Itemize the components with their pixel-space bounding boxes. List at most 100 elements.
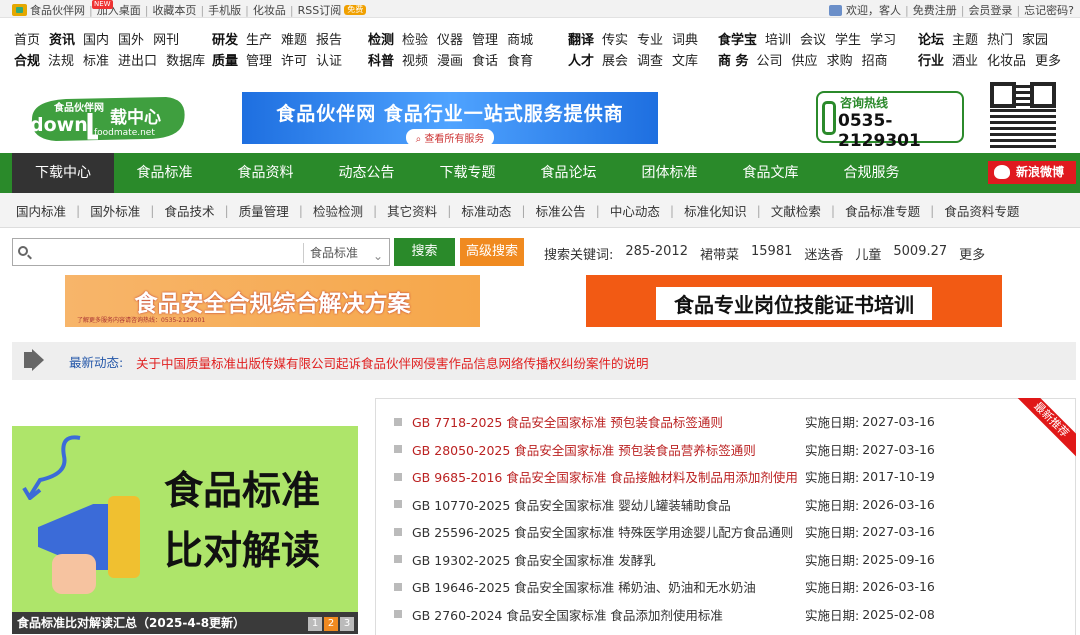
subnav-standard-notices[interactable]: 标准公告 bbox=[536, 201, 586, 220]
nav-cosmetics[interactable]: 化妆品 bbox=[987, 53, 1026, 74]
keywords-more-link[interactable]: 更多 bbox=[959, 244, 985, 263]
nav-instrument[interactable]: 仪器 bbox=[437, 32, 463, 53]
services-banner[interactable]: 食品伙伴网 食品行业一站式服务提供商 ⌕ 查看所有服务 bbox=[242, 92, 658, 146]
subnav-material-topics[interactable]: 食品资料专题 bbox=[944, 201, 1019, 220]
main-nav-food-library[interactable]: 食品文库 bbox=[720, 153, 821, 193]
standard-title[interactable]: GB 10770-2025 食品安全国家标准 婴幼儿罐装辅助食品 bbox=[412, 495, 802, 514]
nav-journal[interactable]: 网刊 bbox=[153, 32, 179, 53]
nav-food-education[interactable]: 食育 bbox=[507, 53, 533, 74]
nav-investment[interactable]: 招商 bbox=[862, 53, 888, 74]
nav-regulation[interactable]: 法规 bbox=[48, 53, 74, 74]
main-nav-download-center[interactable]: 下载中心 bbox=[12, 153, 114, 193]
promo-caption[interactable]: 食品标准比对解读汇总（2025-4-8更新） bbox=[12, 612, 358, 634]
view-all-services-button[interactable]: ⌕ 查看所有服务 bbox=[405, 129, 495, 146]
main-nav-compliance[interactable]: 合规服务 bbox=[821, 153, 922, 193]
advanced-search-button[interactable]: 高级搜索 bbox=[460, 238, 524, 266]
ticker-link[interactable]: 关于中国质量标准出版传媒有限公司起诉食品伙伴网侵害作品信息网络传播权纠纷案件的说… bbox=[136, 353, 649, 372]
search-category-select[interactable]: 食品标准 ⌄ bbox=[303, 243, 389, 263]
nav-quality[interactable]: 质量 bbox=[212, 53, 238, 74]
list-item[interactable]: GB 19646-2025 食品安全国家标准 稀奶油、奶油和无水奶油 实施日期: 2… bbox=[394, 573, 935, 601]
register-link[interactable]: 免费注册 bbox=[913, 2, 957, 18]
list-item[interactable]: GB 7718-2025 食品安全国家标准 预包装食品标签通则 实施日期: 2027… bbox=[394, 408, 935, 436]
keyword-link[interactable]: 285-2012 bbox=[625, 244, 688, 263]
list-item[interactable]: GB 10770-2025 食品安全国家标准 婴幼儿罐装辅助食品 实施日期: 202… bbox=[394, 491, 935, 519]
standards-comparison-slide[interactable]: 食品标准 比对解读 食品标准比对解读汇总（2025-4-8更新） 1 2 3 bbox=[12, 426, 358, 634]
standard-title[interactable]: GB 9685-2016 食品安全国家标准 食品接触材料及制品用添加剂使用 bbox=[412, 467, 802, 486]
list-item[interactable]: GB 9685-2016 食品安全国家标准 食品接触材料及制品用添加剂使用 实施日… bbox=[394, 463, 935, 491]
nav-more[interactable]: 更多 bbox=[1035, 53, 1061, 74]
rss-link[interactable]: RSS订阅 bbox=[298, 2, 342, 18]
standard-title[interactable]: GB 2760-2024 食品安全国家标准 食品添加剂使用标准 bbox=[412, 605, 802, 624]
slide-page-2[interactable]: 2 bbox=[324, 617, 338, 631]
nav-food-talk[interactable]: 食话 bbox=[472, 53, 498, 74]
nav-domestic[interactable]: 国内 bbox=[83, 32, 109, 53]
nav-video[interactable]: 视频 bbox=[402, 53, 428, 74]
main-nav-group-standards[interactable]: 团体标准 bbox=[619, 153, 720, 193]
list-item[interactable]: GB 28050-2025 食品安全国家标准 预包装食品营养标签通则 实施日期: 2… bbox=[394, 436, 935, 464]
nav-standard[interactable]: 标准 bbox=[83, 53, 109, 74]
subnav-other-materials[interactable]: 其它资料 bbox=[387, 201, 437, 220]
nav-database[interactable]: 数据库 bbox=[166, 53, 205, 74]
subnav-standard-news[interactable]: 标准动态 bbox=[461, 201, 511, 220]
mobile-link[interactable]: 手机版 bbox=[208, 2, 241, 18]
nav-hot[interactable]: 热门 bbox=[987, 32, 1013, 53]
subnav-food-technology[interactable]: 食品技术 bbox=[164, 201, 214, 220]
nav-exhibition[interactable]: 展会 bbox=[602, 53, 628, 74]
nav-foreign[interactable]: 国外 bbox=[118, 32, 144, 53]
forgot-password-link[interactable]: 忘记密码? bbox=[1024, 2, 1074, 18]
standard-title[interactable]: GB 19646-2025 食品安全国家标准 稀奶油、奶油和无水奶油 bbox=[412, 577, 802, 596]
main-nav-food-standards[interactable]: 食品标准 bbox=[114, 153, 215, 193]
nav-forum[interactable]: 论坛 bbox=[918, 32, 944, 53]
list-item[interactable]: GB 25596-2025 食品安全国家标准 特殊医学用途婴儿配方食品通则 实施日… bbox=[394, 518, 935, 546]
nav-mall[interactable]: 商城 bbox=[507, 32, 533, 53]
nav-license[interactable]: 许可 bbox=[281, 53, 307, 74]
standard-title[interactable]: GB 25596-2025 食品安全国家标准 特殊医学用途婴儿配方食品通则 bbox=[412, 522, 802, 541]
nav-reports[interactable]: 报告 bbox=[316, 32, 342, 53]
list-item[interactable]: GB 19302-2025 食品安全国家标准 发酵乳 实施日期: 2025-09-1… bbox=[394, 546, 935, 574]
nav-shixuebao[interactable]: 食学宝 bbox=[718, 32, 757, 53]
nav-chuanshi[interactable]: 传实 bbox=[602, 32, 628, 53]
login-link[interactable]: 会员登录 bbox=[968, 2, 1012, 18]
nav-company[interactable]: 公司 bbox=[757, 53, 783, 74]
subnav-literature-search[interactable]: 文献检索 bbox=[771, 201, 821, 220]
compliance-solution-ad[interactable]: 食品安全合规综合解决方案 了解更多服务内容请咨询热线：0535-2129301 bbox=[65, 275, 480, 327]
subnav-quality-management[interactable]: 质量管理 bbox=[239, 201, 289, 220]
weibo-button[interactable]: 新浪微博 bbox=[988, 161, 1076, 184]
top-site-name[interactable]: 食品伙伴网 bbox=[30, 2, 85, 18]
search-input[interactable] bbox=[35, 242, 299, 262]
download-center-logo[interactable]: 食品伙伴网 down 载中心 foodmate.net bbox=[26, 91, 190, 147]
nav-problems[interactable]: 难题 bbox=[281, 32, 307, 53]
main-nav-download-topics[interactable]: 下载专题 bbox=[417, 153, 518, 193]
nav-meeting[interactable]: 会议 bbox=[800, 32, 826, 53]
search-button[interactable]: 搜索 bbox=[394, 238, 455, 266]
nav-business[interactable]: 商 务 bbox=[718, 53, 749, 74]
subnav-domestic-standards[interactable]: 国内标准 bbox=[16, 201, 66, 220]
list-item[interactable]: GB 2760-2024 食品安全国家标准 食品添加剂使用标准 实施日期: 2025… bbox=[394, 601, 935, 629]
nav-professional[interactable]: 专业 bbox=[637, 32, 663, 53]
nav-production[interactable]: 生产 bbox=[246, 32, 272, 53]
nav-translation[interactable]: 翻译 bbox=[568, 32, 594, 53]
nav-lab-management[interactable]: 管理 bbox=[472, 32, 498, 53]
subnav-center-news[interactable]: 中心动态 bbox=[610, 201, 660, 220]
keyword-link[interactable]: 15981 bbox=[751, 244, 792, 263]
main-nav-food-forum[interactable]: 食品论坛 bbox=[518, 153, 619, 193]
keyword-link[interactable]: 5009.27 bbox=[893, 244, 947, 263]
nav-rd[interactable]: 研发 bbox=[212, 32, 238, 53]
keyword-link[interactable]: 裙带菜 bbox=[700, 244, 739, 263]
nav-training[interactable]: 培训 bbox=[765, 32, 791, 53]
nav-news[interactable]: 资讯 bbox=[49, 32, 75, 53]
nav-purchase[interactable]: 求购 bbox=[827, 53, 853, 74]
nav-inspection[interactable]: 检验 bbox=[402, 32, 428, 53]
nav-testing[interactable]: 检测 bbox=[368, 32, 394, 53]
nav-home[interactable]: 首页 bbox=[14, 32, 40, 53]
bookmark-link[interactable]: 收藏本页 bbox=[152, 2, 196, 18]
nav-study[interactable]: 学习 bbox=[870, 32, 896, 53]
nav-student[interactable]: 学生 bbox=[835, 32, 861, 53]
main-nav-announcements[interactable]: 动态公告 bbox=[316, 153, 417, 193]
subnav-standardization-knowledge[interactable]: 标准化知识 bbox=[684, 201, 747, 220]
nav-topic[interactable]: 主题 bbox=[952, 32, 978, 53]
nav-comics[interactable]: 漫画 bbox=[437, 53, 463, 74]
certificate-training-ad[interactable]: 食品专业岗位技能证书培训 bbox=[586, 275, 1002, 327]
nav-wine[interactable]: 酒业 bbox=[952, 53, 978, 74]
keyword-link[interactable]: 迷迭香 bbox=[804, 244, 843, 263]
